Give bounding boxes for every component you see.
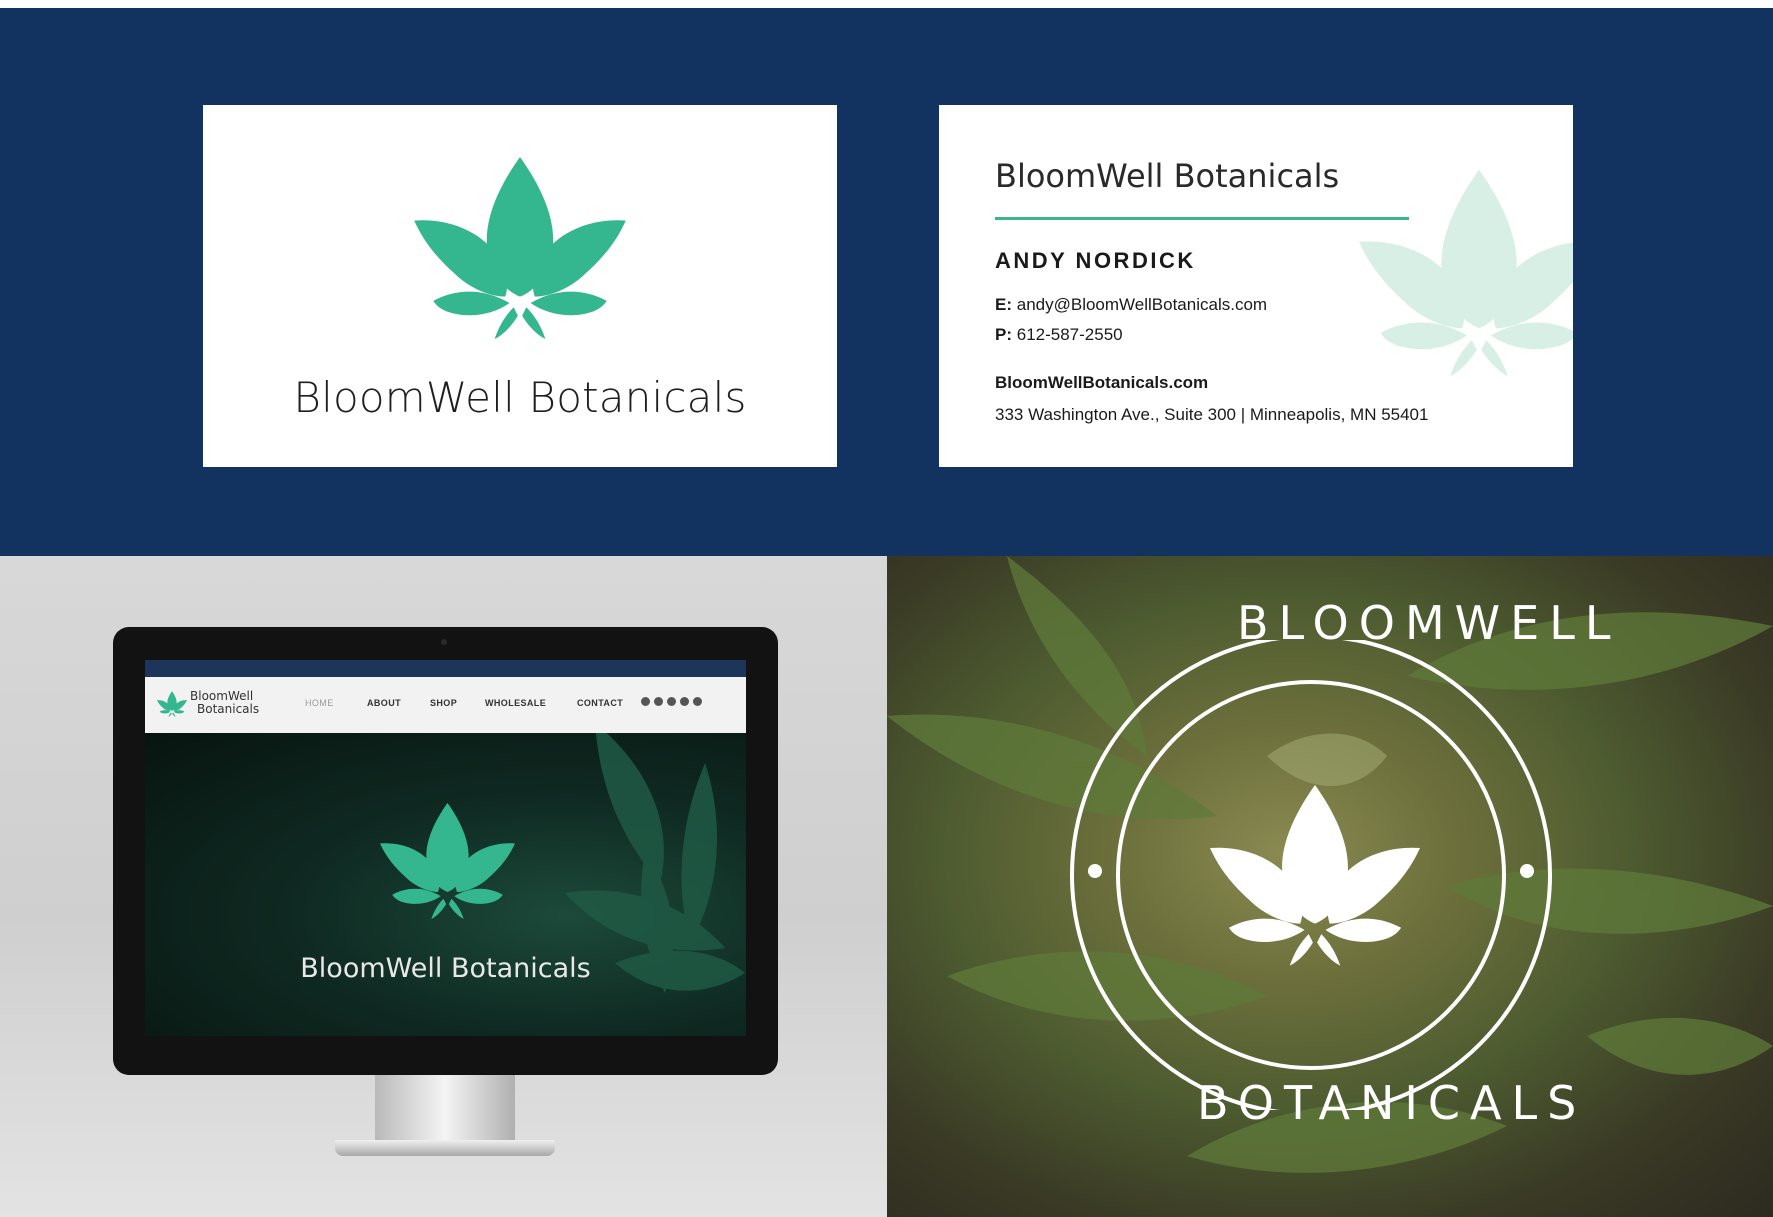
camera-dot <box>441 639 447 645</box>
twitter-icon[interactable] <box>667 697 676 706</box>
badge-top-text: BLOOMWELL <box>1237 596 1621 650</box>
nav-logo-icon <box>157 691 187 717</box>
youtube-icon[interactable] <box>654 697 663 706</box>
phone-value: 612-587-2550 <box>1016 325 1123 344</box>
email-value: andy@BloomWellBotanicals.com <box>1016 295 1268 314</box>
nav-home[interactable]: HOME <box>305 698 334 708</box>
contact-name: ANDY NORDICK <box>995 248 1196 273</box>
hero-foliage-image <box>565 733 745 993</box>
nav-brand-line2: Botanicals <box>197 702 260 716</box>
phone-line: P: 612-587-2550 <box>995 325 1123 345</box>
badge-bottom-text: BOTANICALS <box>1197 1076 1587 1130</box>
hero-brand: BloomWell Botanicals <box>300 953 591 984</box>
website-navbar: BloomWell Botanicals HOME ABOUT SHOP WHO… <box>145 677 746 733</box>
monitor-stand-base <box>335 1140 555 1156</box>
website-hero: BloomWell Botanicals <box>145 733 746 1036</box>
hero-leaf-icon <box>380 803 515 919</box>
card-front-brand: BloomWell Botanicals <box>293 373 747 422</box>
plant-photo-panel: BLOOMWELL BOTANICALS <box>887 556 1773 1217</box>
nav-about[interactable]: ABOUT <box>367 698 401 708</box>
cannabis-leaf-watermark-icon <box>1359 169 1573 377</box>
nav-shop[interactable]: SHOP <box>430 698 457 708</box>
address-text: 333 Washington Ave., Suite 300 | Minneap… <box>995 405 1429 424</box>
phone-label: P: <box>995 325 1012 344</box>
nav-wholesale[interactable]: WHOLESALE <box>485 698 546 708</box>
website-text: BloomWellBotanicals.com <box>995 373 1209 392</box>
google-plus-icon[interactable] <box>693 697 702 706</box>
monitor-stand-neck <box>375 1075 515 1145</box>
website-screen: BloomWell Botanicals HOME ABOUT SHOP WHO… <box>145 660 746 1036</box>
email-label: E: <box>995 295 1012 314</box>
divider <box>995 217 1409 220</box>
cannabis-leaf-icon <box>414 157 626 339</box>
card-back-brand: BloomWell Botanicals <box>995 157 1340 195</box>
badge-emblem <box>1070 640 1552 1110</box>
instagram-icon[interactable] <box>641 697 650 706</box>
facebook-icon[interactable] <box>680 697 689 706</box>
screen-top-bar <box>145 660 746 677</box>
business-card-back: BloomWell Botanicals ANDY NORDICK E: and… <box>939 105 1573 467</box>
email-line: E: andy@BloomWellBotanicals.com <box>995 295 1267 315</box>
nav-contact[interactable]: CONTACT <box>577 698 623 708</box>
business-card-front: BloomWell Botanicals <box>203 105 837 467</box>
